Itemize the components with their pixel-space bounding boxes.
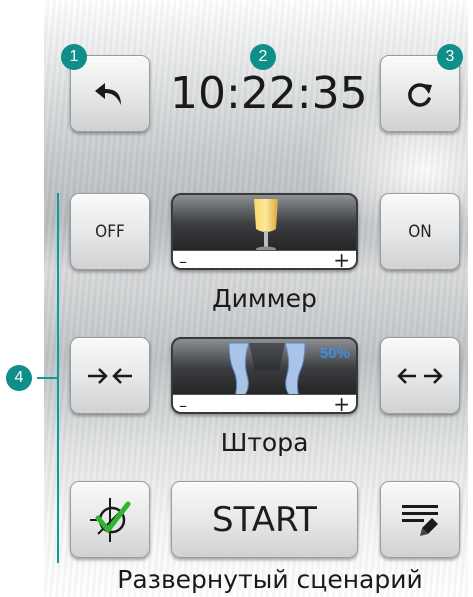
start-label: START [212, 499, 317, 540]
curtain-percent: 50% [319, 345, 350, 362]
curtain-plus-icon[interactable]: + [333, 392, 350, 412]
callout-badge-1: 1 [61, 44, 87, 70]
close-curtain-icon [88, 367, 132, 384]
dimmer-minus-icon[interactable]: – [179, 252, 187, 268]
callout-bracket [57, 193, 59, 563]
undo-arrow-icon [95, 82, 121, 105]
curtain-icon [228, 342, 306, 398]
scenario-list-button[interactable] [380, 481, 460, 558]
redo-arrow-icon [408, 82, 432, 107]
scenario-caption: Развернутый сценарий [117, 565, 423, 594]
dimmer-caption: Диммер [212, 284, 317, 313]
clock-display: 10:22:35 [170, 68, 368, 119]
curtain-open-button[interactable] [380, 337, 460, 414]
callout-badge-3: 3 [437, 44, 463, 70]
callout-connector [37, 377, 57, 379]
scenario-toggle-icon [90, 497, 131, 542]
dimmer-slider[interactable]: – + [171, 193, 358, 270]
lamp-icon [254, 199, 278, 252]
dimmer-off-button[interactable]: OFF [70, 193, 150, 270]
curtain-level-bar [173, 394, 356, 412]
scenario-disable-button[interactable] [70, 481, 150, 558]
callout-badge-4: 4 [6, 365, 32, 391]
dimmer-plus-icon[interactable]: + [333, 248, 350, 268]
curtain-close-button[interactable] [70, 337, 150, 414]
open-curtain-icon [397, 367, 443, 384]
start-button[interactable]: START [171, 481, 358, 558]
dimmer-on-label: ON [408, 221, 432, 242]
scenario-list-icon [402, 504, 438, 536]
dimmer-level-bar [173, 250, 356, 268]
callout-badge-2: 2 [250, 44, 276, 70]
curtain-caption: Штора [220, 428, 309, 457]
dimmer-on-button[interactable]: ON [380, 193, 460, 270]
curtain-slider[interactable]: 50% – + [171, 337, 358, 414]
curtain-minus-icon[interactable]: – [179, 396, 187, 412]
dimmer-off-label: OFF [95, 221, 125, 242]
